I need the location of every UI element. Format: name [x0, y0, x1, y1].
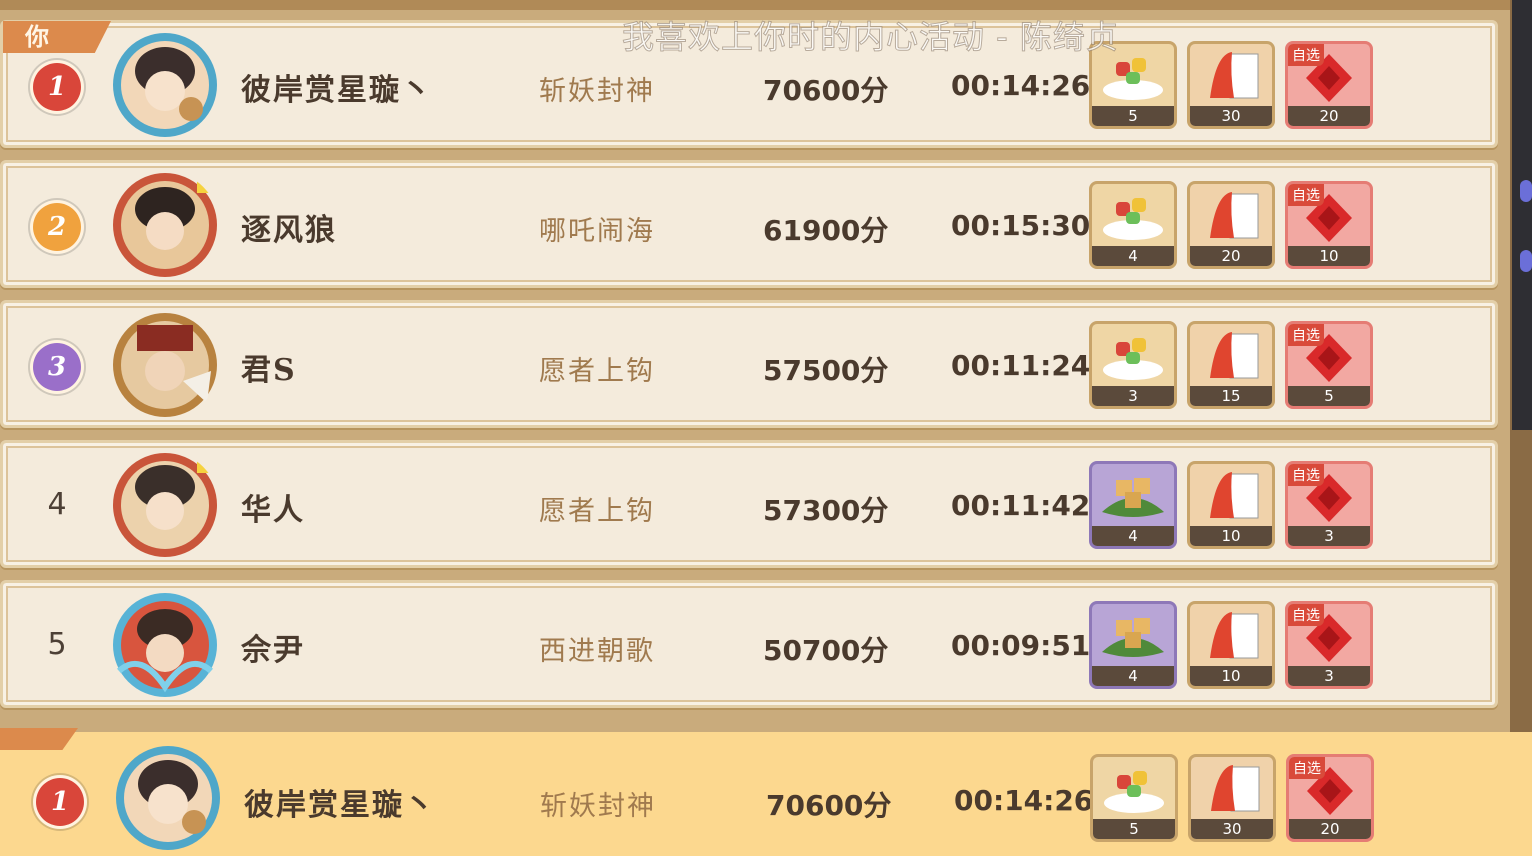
score: 70600分	[763, 74, 889, 107]
reward-count: 3	[1288, 526, 1370, 546]
choice-tag: 自选	[1288, 604, 1324, 626]
reward-count: 5	[1093, 819, 1175, 839]
leaderboard-row[interactable]: 3 君S 愿者上钩 57500分 00:11:24 3 15 自选 5	[0, 300, 1498, 428]
clear-time: 00:14:26	[954, 784, 1094, 817]
avatar[interactable]	[114, 744, 222, 852]
reward-choice[interactable]: 自选 20	[1285, 41, 1373, 129]
score: 50700分	[763, 634, 889, 667]
player-name: 彼岸赏星璇丶	[244, 788, 436, 823]
rank-medal: 1	[36, 778, 84, 826]
reward-count: 15	[1190, 386, 1272, 406]
reward-card[interactable]: 10	[1187, 601, 1275, 689]
reward-dish[interactable]: 4	[1089, 181, 1177, 269]
reward-count: 20	[1288, 106, 1370, 126]
avatar[interactable]	[111, 591, 219, 699]
rank-medal: 1	[33, 63, 81, 111]
reward-cake[interactable]: 4	[1089, 461, 1177, 549]
player-name: 华人	[241, 493, 305, 528]
reward-card[interactable]: 20	[1187, 181, 1275, 269]
clear-time: 00:15:30	[951, 209, 1091, 242]
level-name: 愿者上钩	[539, 496, 655, 527]
choice-tag: 自选	[1288, 324, 1324, 346]
reward-count: 4	[1092, 246, 1174, 266]
reward-count: 30	[1191, 819, 1273, 839]
reward-choice[interactable]: 自选 10	[1285, 181, 1373, 269]
reward-choice[interactable]: 自选 20	[1286, 754, 1374, 842]
score: 70600分	[766, 789, 892, 822]
reward-count: 4	[1092, 526, 1174, 546]
score: 57500分	[763, 354, 889, 387]
panel-top-border	[0, 0, 1510, 10]
song-watermark: 我喜欢上你时的内心活动 - 陈绮贞	[622, 18, 1119, 57]
reward-count: 3	[1092, 386, 1174, 406]
clear-time: 00:09:51	[951, 629, 1091, 662]
reward-count: 20	[1190, 246, 1272, 266]
level-name: 愿者上钩	[539, 356, 655, 387]
rank-number: 4	[47, 487, 67, 522]
avatar[interactable]	[111, 311, 219, 419]
reward-count: 5	[1092, 106, 1174, 126]
avatar[interactable]	[111, 31, 219, 139]
reward-count: 10	[1190, 666, 1272, 686]
side-dot-icon[interactable]	[1520, 250, 1532, 272]
level-name: 哪吒闹海	[539, 216, 655, 247]
my-rank-bar[interactable]: 1 彼岸赏星璇丶 斩妖封神 70600分 00:14:26 5 30 自选 20	[0, 732, 1532, 856]
choice-tag: 自选	[1288, 464, 1324, 486]
player-name: 佘尹	[241, 633, 305, 668]
reward-count: 10	[1288, 246, 1370, 266]
choice-tag: 自选	[1288, 44, 1324, 66]
player-name: 君S	[241, 353, 297, 388]
reward-count: 20	[1289, 819, 1371, 839]
reward-count: 4	[1092, 666, 1174, 686]
leaderboard-panel: 你 1 彼岸赏星璇丶 斩妖封神 70600分 00:14:26 5 30 自选 …	[0, 0, 1510, 732]
reward-dish[interactable]: 5	[1090, 754, 1178, 842]
reward-dish[interactable]: 3	[1089, 321, 1177, 409]
level-name: 斩妖封神	[539, 76, 655, 107]
level-name: 西进朝歌	[539, 636, 655, 667]
reward-count: 3	[1288, 666, 1370, 686]
reward-count: 30	[1190, 106, 1272, 126]
choice-tag: 自选	[1289, 757, 1325, 779]
reward-card[interactable]: 30	[1188, 754, 1276, 842]
player-name: 逐风狼	[241, 213, 337, 248]
choice-tag: 自选	[1288, 184, 1324, 206]
reward-count: 5	[1288, 386, 1370, 406]
side-dot-icon[interactable]	[1520, 180, 1532, 202]
reward-choice[interactable]: 自选 3	[1285, 461, 1373, 549]
reward-card[interactable]: 10	[1187, 461, 1275, 549]
avatar[interactable]	[111, 171, 219, 279]
level-name: 斩妖封神	[540, 791, 656, 822]
reward-choice[interactable]: 自选 5	[1285, 321, 1373, 409]
clear-time: 00:11:42	[951, 489, 1091, 522]
clear-time: 00:11:24	[951, 349, 1091, 382]
leaderboard-row[interactable]: 2 逐风狼 哪吒闹海 61900分 00:15:30 4 20 自选 10	[0, 160, 1498, 288]
score: 57300分	[763, 494, 889, 527]
side-toolbar	[1512, 0, 1532, 430]
leaderboard-row[interactable]: 4 华人 愿者上钩 57300分 00:11:42 4 10 自选 3	[0, 440, 1498, 568]
score: 61900分	[763, 214, 889, 247]
you-tag: 你	[3, 21, 111, 53]
rank-medal: 3	[33, 343, 81, 391]
reward-cake[interactable]: 4	[1089, 601, 1177, 689]
reward-card[interactable]: 15	[1187, 321, 1275, 409]
reward-count: 10	[1190, 526, 1272, 546]
rank-medal: 2	[33, 203, 81, 251]
leaderboard-row[interactable]: 5 佘尹 西进朝歌 50700分 00:09:51 4 10 自选 3	[0, 580, 1498, 708]
player-name: 彼岸赏星璇丶	[241, 73, 433, 108]
reward-card[interactable]: 30	[1187, 41, 1275, 129]
avatar[interactable]	[111, 451, 219, 559]
reward-choice[interactable]: 自选 3	[1285, 601, 1373, 689]
clear-time: 00:14:26	[951, 69, 1091, 102]
rank-number: 5	[47, 627, 67, 662]
